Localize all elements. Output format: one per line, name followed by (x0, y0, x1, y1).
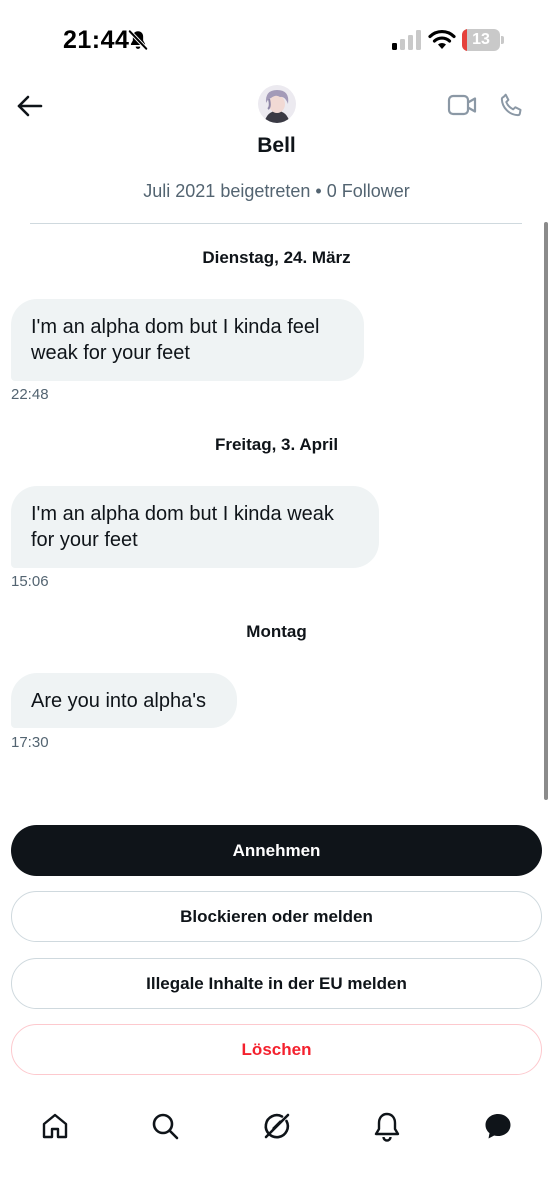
video-call-icon[interactable] (447, 92, 477, 118)
notifications-icon[interactable] (371, 1110, 403, 1142)
avatar[interactable] (258, 85, 296, 123)
phone-icon[interactable] (498, 91, 526, 119)
message-time: 15:06 (11, 573, 49, 590)
back-arrow-icon[interactable] (14, 90, 46, 122)
battery-icon: 13 (462, 29, 504, 51)
message-bubble[interactable]: I'm an alpha dom but I kinda feel weak f… (11, 299, 364, 381)
message-bubble[interactable]: I'm an alpha dom but I kinda weak for yo… (11, 486, 379, 568)
scrollbar[interactable] (544, 222, 548, 800)
profile-name[interactable]: Bell (0, 134, 553, 158)
profile-meta: Juli 2021 beigetreten • 0 Follower (143, 181, 410, 201)
message-time: 22:48 (11, 386, 49, 403)
battery-cap (501, 36, 504, 44)
avatar-image (258, 85, 296, 123)
message-time: 17:30 (11, 734, 49, 751)
grok-icon[interactable] (261, 1110, 293, 1142)
message-bubble[interactable]: Are you into alpha's (11, 673, 237, 728)
status-time: 21:44 (63, 26, 130, 54)
wifi-icon (428, 29, 456, 49)
block-report-button[interactable]: Blockieren oder melden (11, 891, 542, 942)
delete-button[interactable]: Löschen (11, 1024, 542, 1075)
cellular-signal-icon (392, 30, 421, 50)
tab-bar (0, 1100, 553, 1154)
status-bar: 21:44 13 (0, 0, 553, 80)
date-separator: Dienstag, 24. März (202, 248, 351, 267)
report-illegal-content-button[interactable]: Illegale Inhalte in der EU melden (11, 958, 542, 1009)
date-separator: Freitag, 3. April (214, 435, 339, 454)
battery-body: 13 (462, 29, 500, 51)
search-icon[interactable] (149, 1110, 181, 1142)
divider (30, 223, 522, 224)
battery-level: 13 (472, 31, 490, 48)
accept-button[interactable]: Annehmen (11, 825, 542, 876)
home-icon[interactable] (39, 1110, 71, 1142)
date-separator: Montag (246, 622, 307, 641)
messages-icon[interactable] (482, 1110, 514, 1142)
bell-slash-icon (128, 29, 148, 51)
